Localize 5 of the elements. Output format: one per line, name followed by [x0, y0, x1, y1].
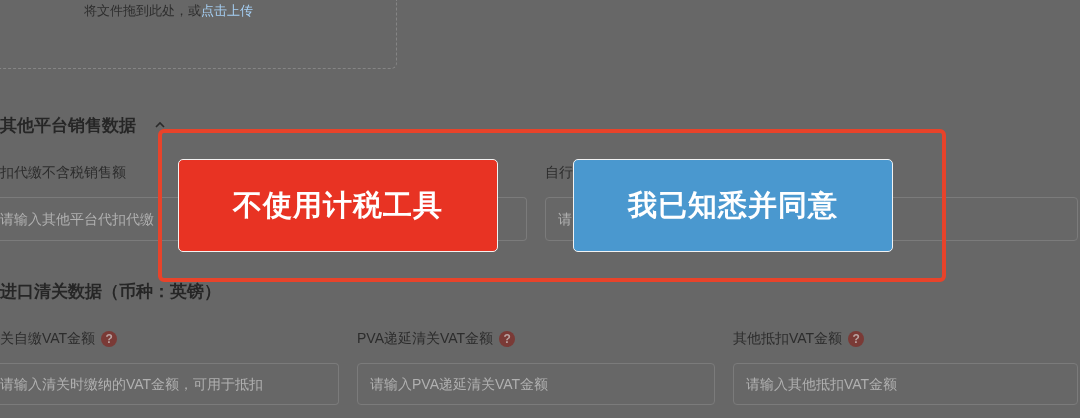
field-label: 扣代缴不含税销售额 [0, 164, 126, 182]
field-label: 自行 [545, 164, 573, 182]
section-title: 其他平台销售数据 [0, 114, 136, 137]
section-title: 进口清关数据（币种：英镑） [0, 280, 221, 303]
field-label: 关自缴VAT金额 [0, 330, 96, 348]
